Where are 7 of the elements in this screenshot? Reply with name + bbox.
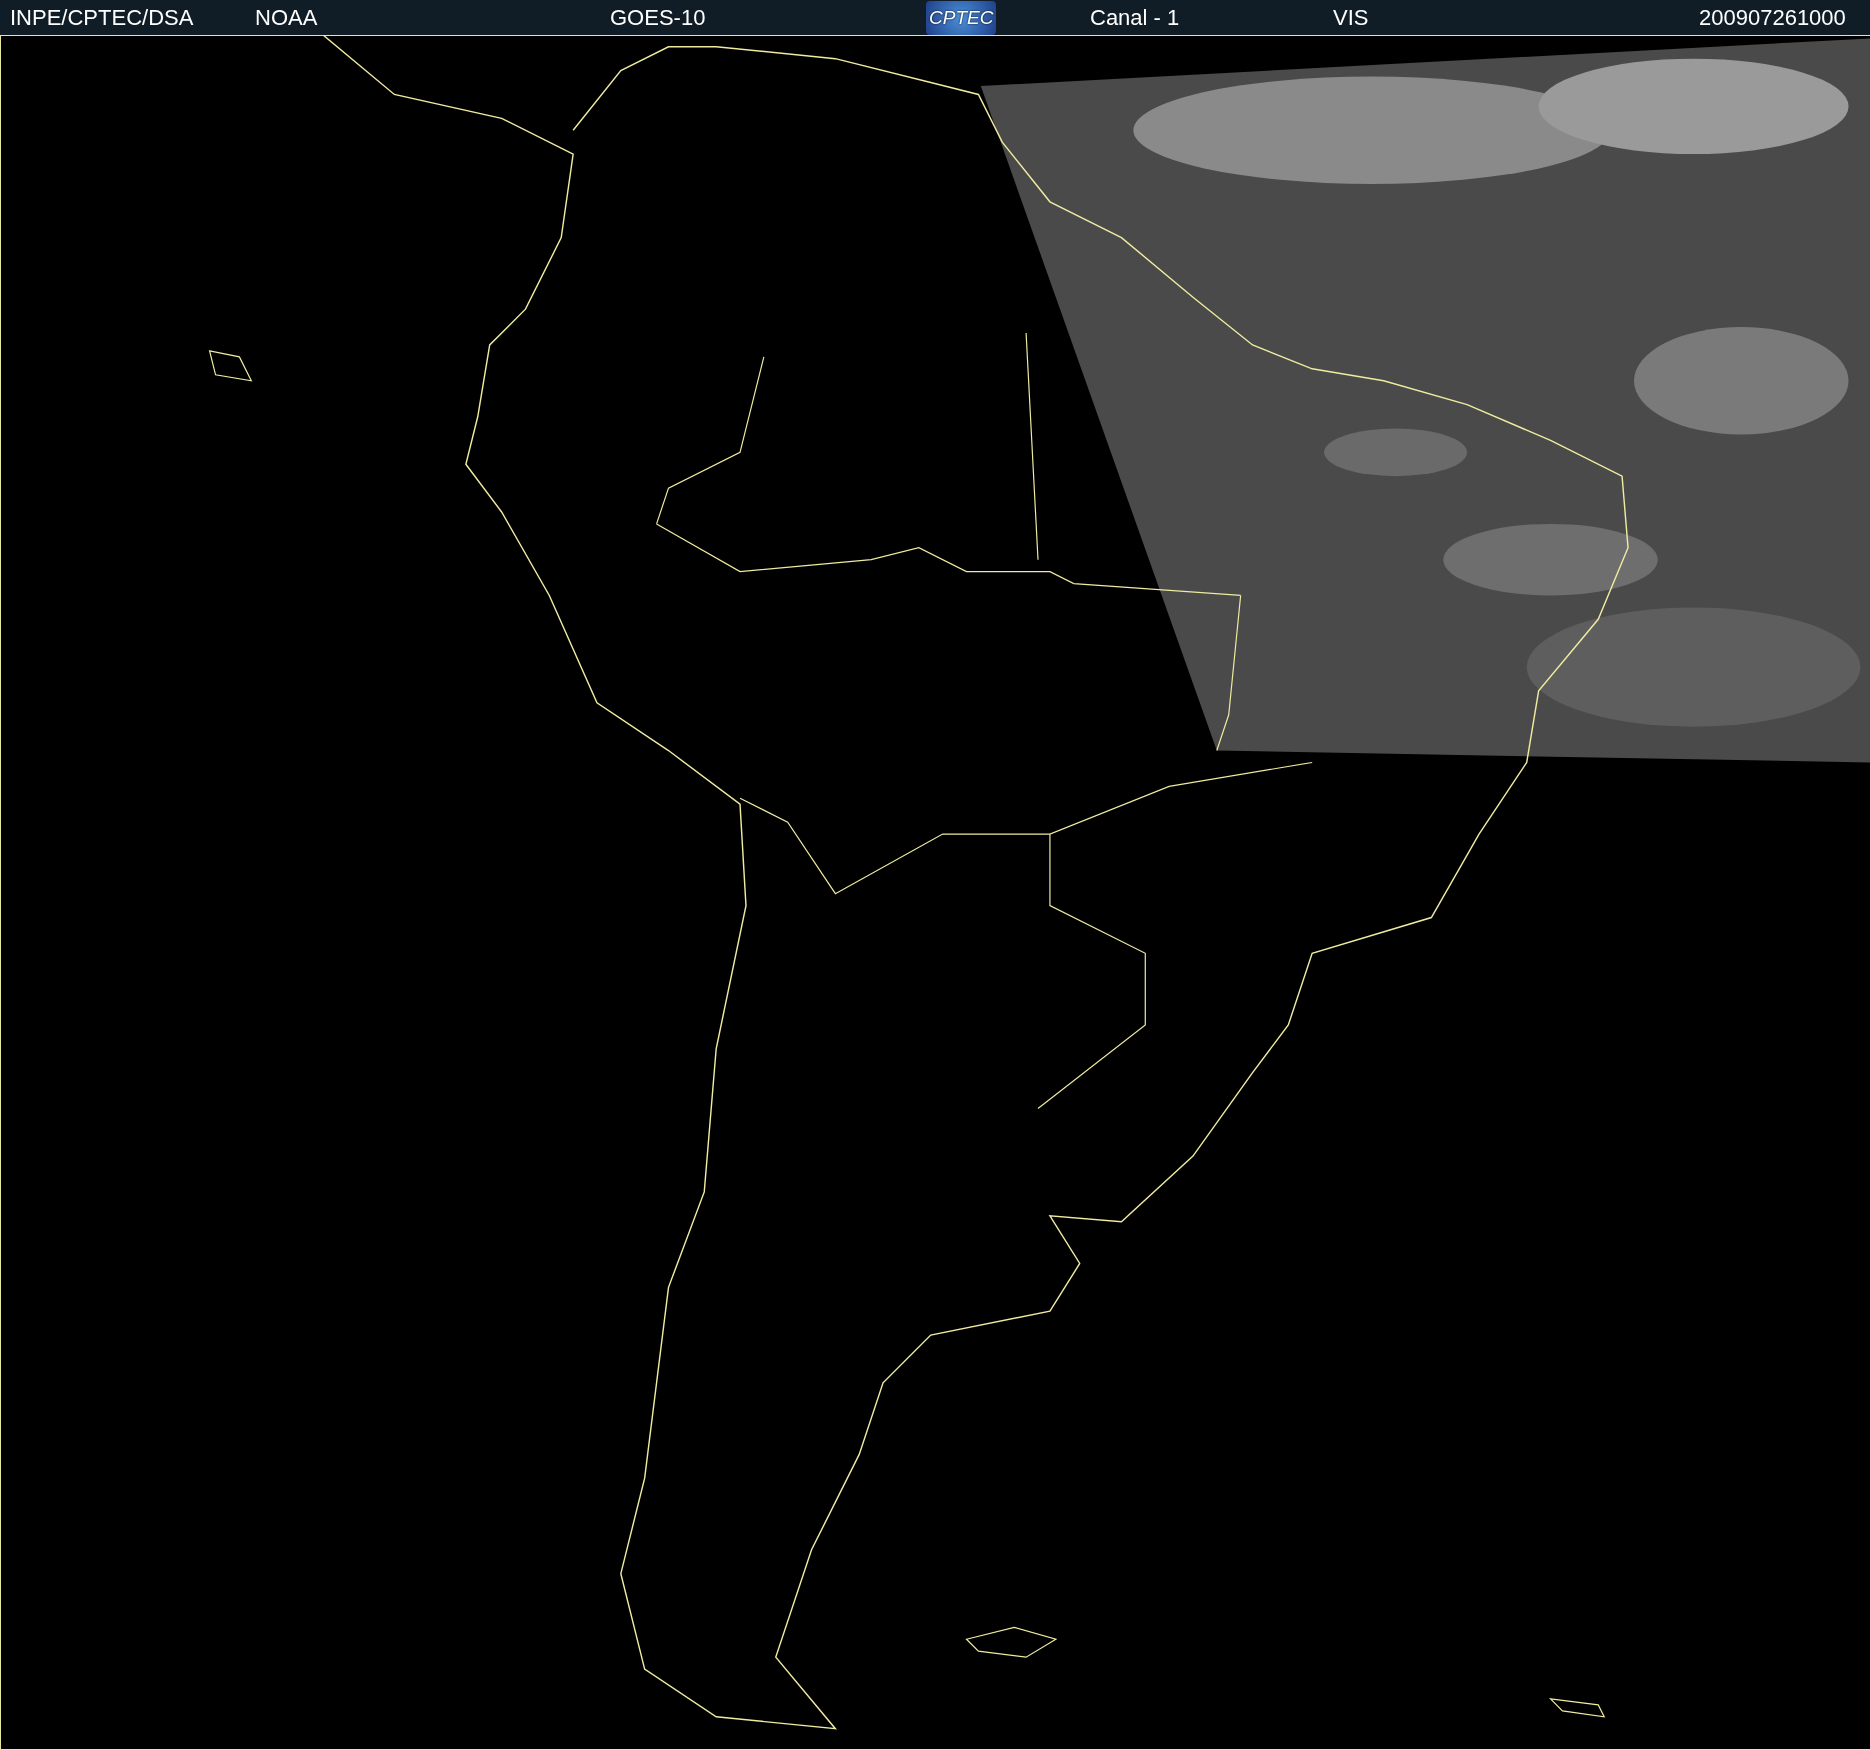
cptec-logo: CPTEC [926,0,997,35]
header-label: VIS [1333,5,1369,30]
header-label: Canal - 1 [1090,5,1180,30]
header-label: NOAA [255,5,318,30]
header-label: GOES-10 [610,5,706,30]
header-label: 200907261000 [1699,5,1846,30]
header-label: INPE/CPTEC/DSA [10,5,194,30]
